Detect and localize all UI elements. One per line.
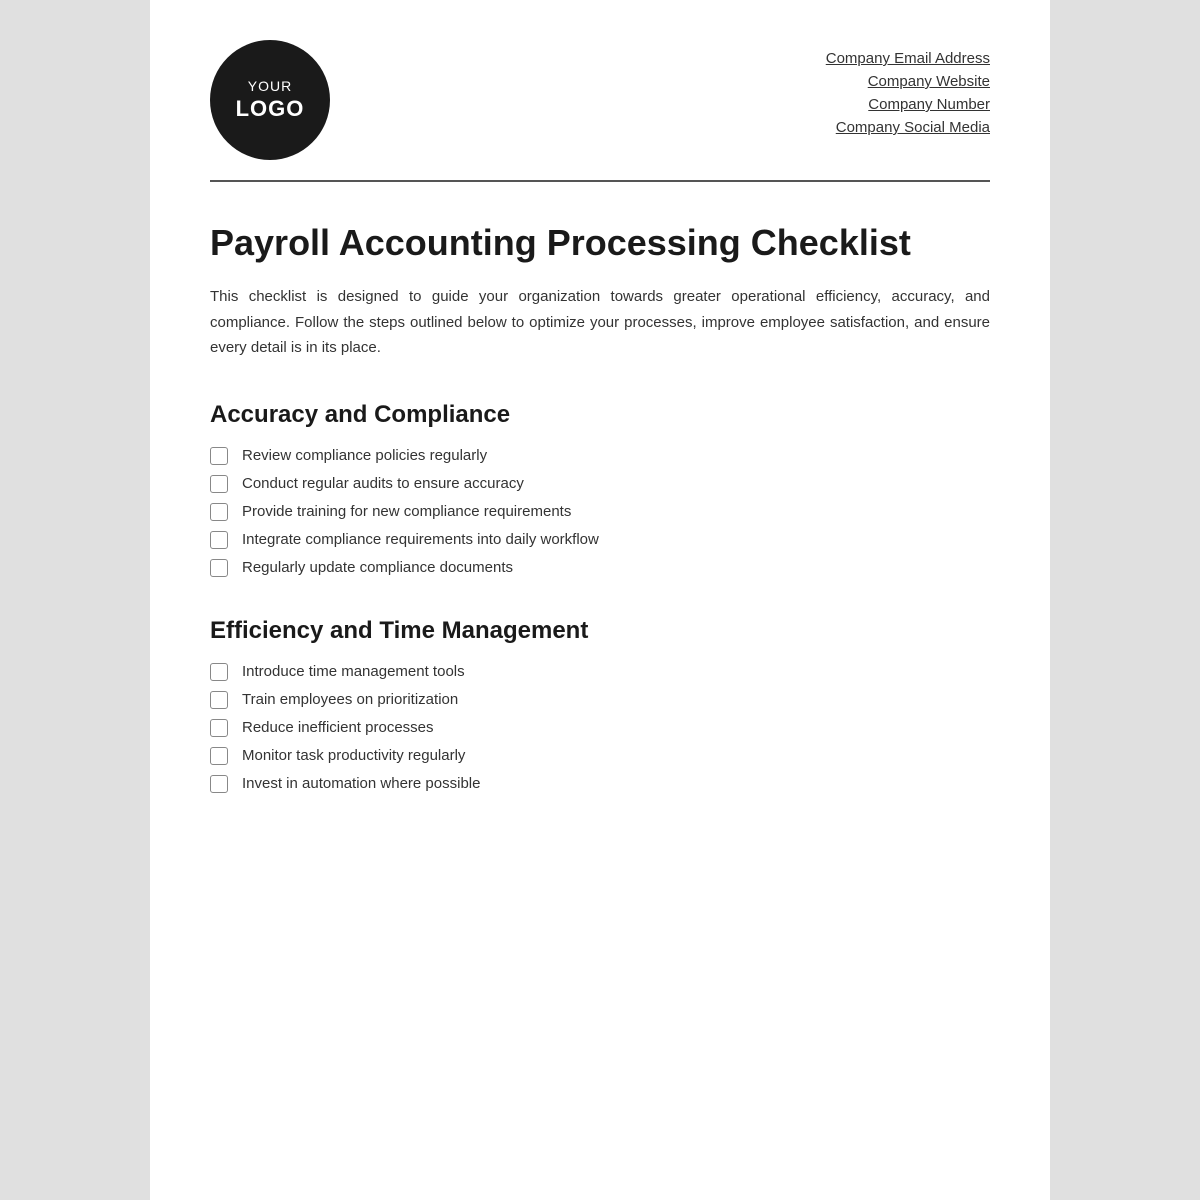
checkbox-icon[interactable] [210, 531, 228, 549]
company-info-block: Company Email Address Company Website Comp… [826, 40, 990, 142]
list-item: Regularly update compliance documents [210, 559, 990, 577]
checkbox-icon[interactable] [210, 719, 228, 737]
checkbox-icon[interactable] [210, 503, 228, 521]
checkbox-icon[interactable] [210, 559, 228, 577]
checklist-item-label: Review compliance policies regularly [242, 447, 487, 464]
checklist-section: Efficiency and Time Management Introduce … [210, 617, 990, 793]
logo-line2: LOGO [236, 95, 305, 124]
document-description: This checklist is designed to guide your… [210, 284, 990, 361]
company-info-item: Company Social Media [826, 119, 990, 136]
checkbox-icon[interactable] [210, 475, 228, 493]
company-info-item: Company Email Address [826, 50, 990, 67]
checklist-item-label: Monitor task productivity regularly [242, 747, 465, 764]
list-item: Provide training for new compliance requ… [210, 503, 990, 521]
checklist-section: Accuracy and Compliance Review compliance… [210, 401, 990, 577]
checkbox-icon[interactable] [210, 447, 228, 465]
sections-container: Accuracy and Compliance Review compliance… [210, 401, 990, 793]
checkbox-icon[interactable] [210, 775, 228, 793]
checklist-item-label: Integrate compliance requirements into d… [242, 531, 599, 548]
list-item: Reduce inefficient processes [210, 719, 990, 737]
company-info-item: Company Number [826, 96, 990, 113]
list-item: Monitor task productivity regularly [210, 747, 990, 765]
list-item: Integrate compliance requirements into d… [210, 531, 990, 549]
section-title: Accuracy and Compliance [210, 401, 990, 429]
list-item: Review compliance policies regularly [210, 447, 990, 465]
checklist-item-label: Regularly update compliance documents [242, 559, 513, 576]
list-item: Invest in automation where possible [210, 775, 990, 793]
document-title: Payroll Accounting Processing Checklist [210, 222, 990, 264]
logo-line1: YOUR [248, 77, 292, 95]
checklist-list: Introduce time management tools Train emp… [210, 663, 990, 793]
checkbox-icon[interactable] [210, 663, 228, 681]
list-item: Conduct regular audits to ensure accurac… [210, 475, 990, 493]
checklist-item-label: Train employees on prioritization [242, 691, 458, 708]
checklist-item-label: Conduct regular audits to ensure accurac… [242, 475, 524, 492]
checklist-item-label: Introduce time management tools [242, 663, 465, 680]
document-page: YOUR LOGO Company Email Address Company W… [150, 0, 1050, 1200]
company-info-item: Company Website [826, 73, 990, 90]
checklist-item-label: Invest in automation where possible [242, 775, 480, 792]
list-item: Introduce time management tools [210, 663, 990, 681]
header: YOUR LOGO Company Email Address Company W… [210, 40, 990, 160]
checklist-item-label: Provide training for new compliance requ… [242, 503, 571, 520]
header-divider [210, 180, 990, 182]
list-item: Train employees on prioritization [210, 691, 990, 709]
company-logo: YOUR LOGO [210, 40, 330, 160]
checklist-item-label: Reduce inefficient processes [242, 719, 434, 736]
checkbox-icon[interactable] [210, 747, 228, 765]
checkbox-icon[interactable] [210, 691, 228, 709]
checklist-list: Review compliance policies regularly Cond… [210, 447, 990, 577]
section-title: Efficiency and Time Management [210, 617, 990, 645]
